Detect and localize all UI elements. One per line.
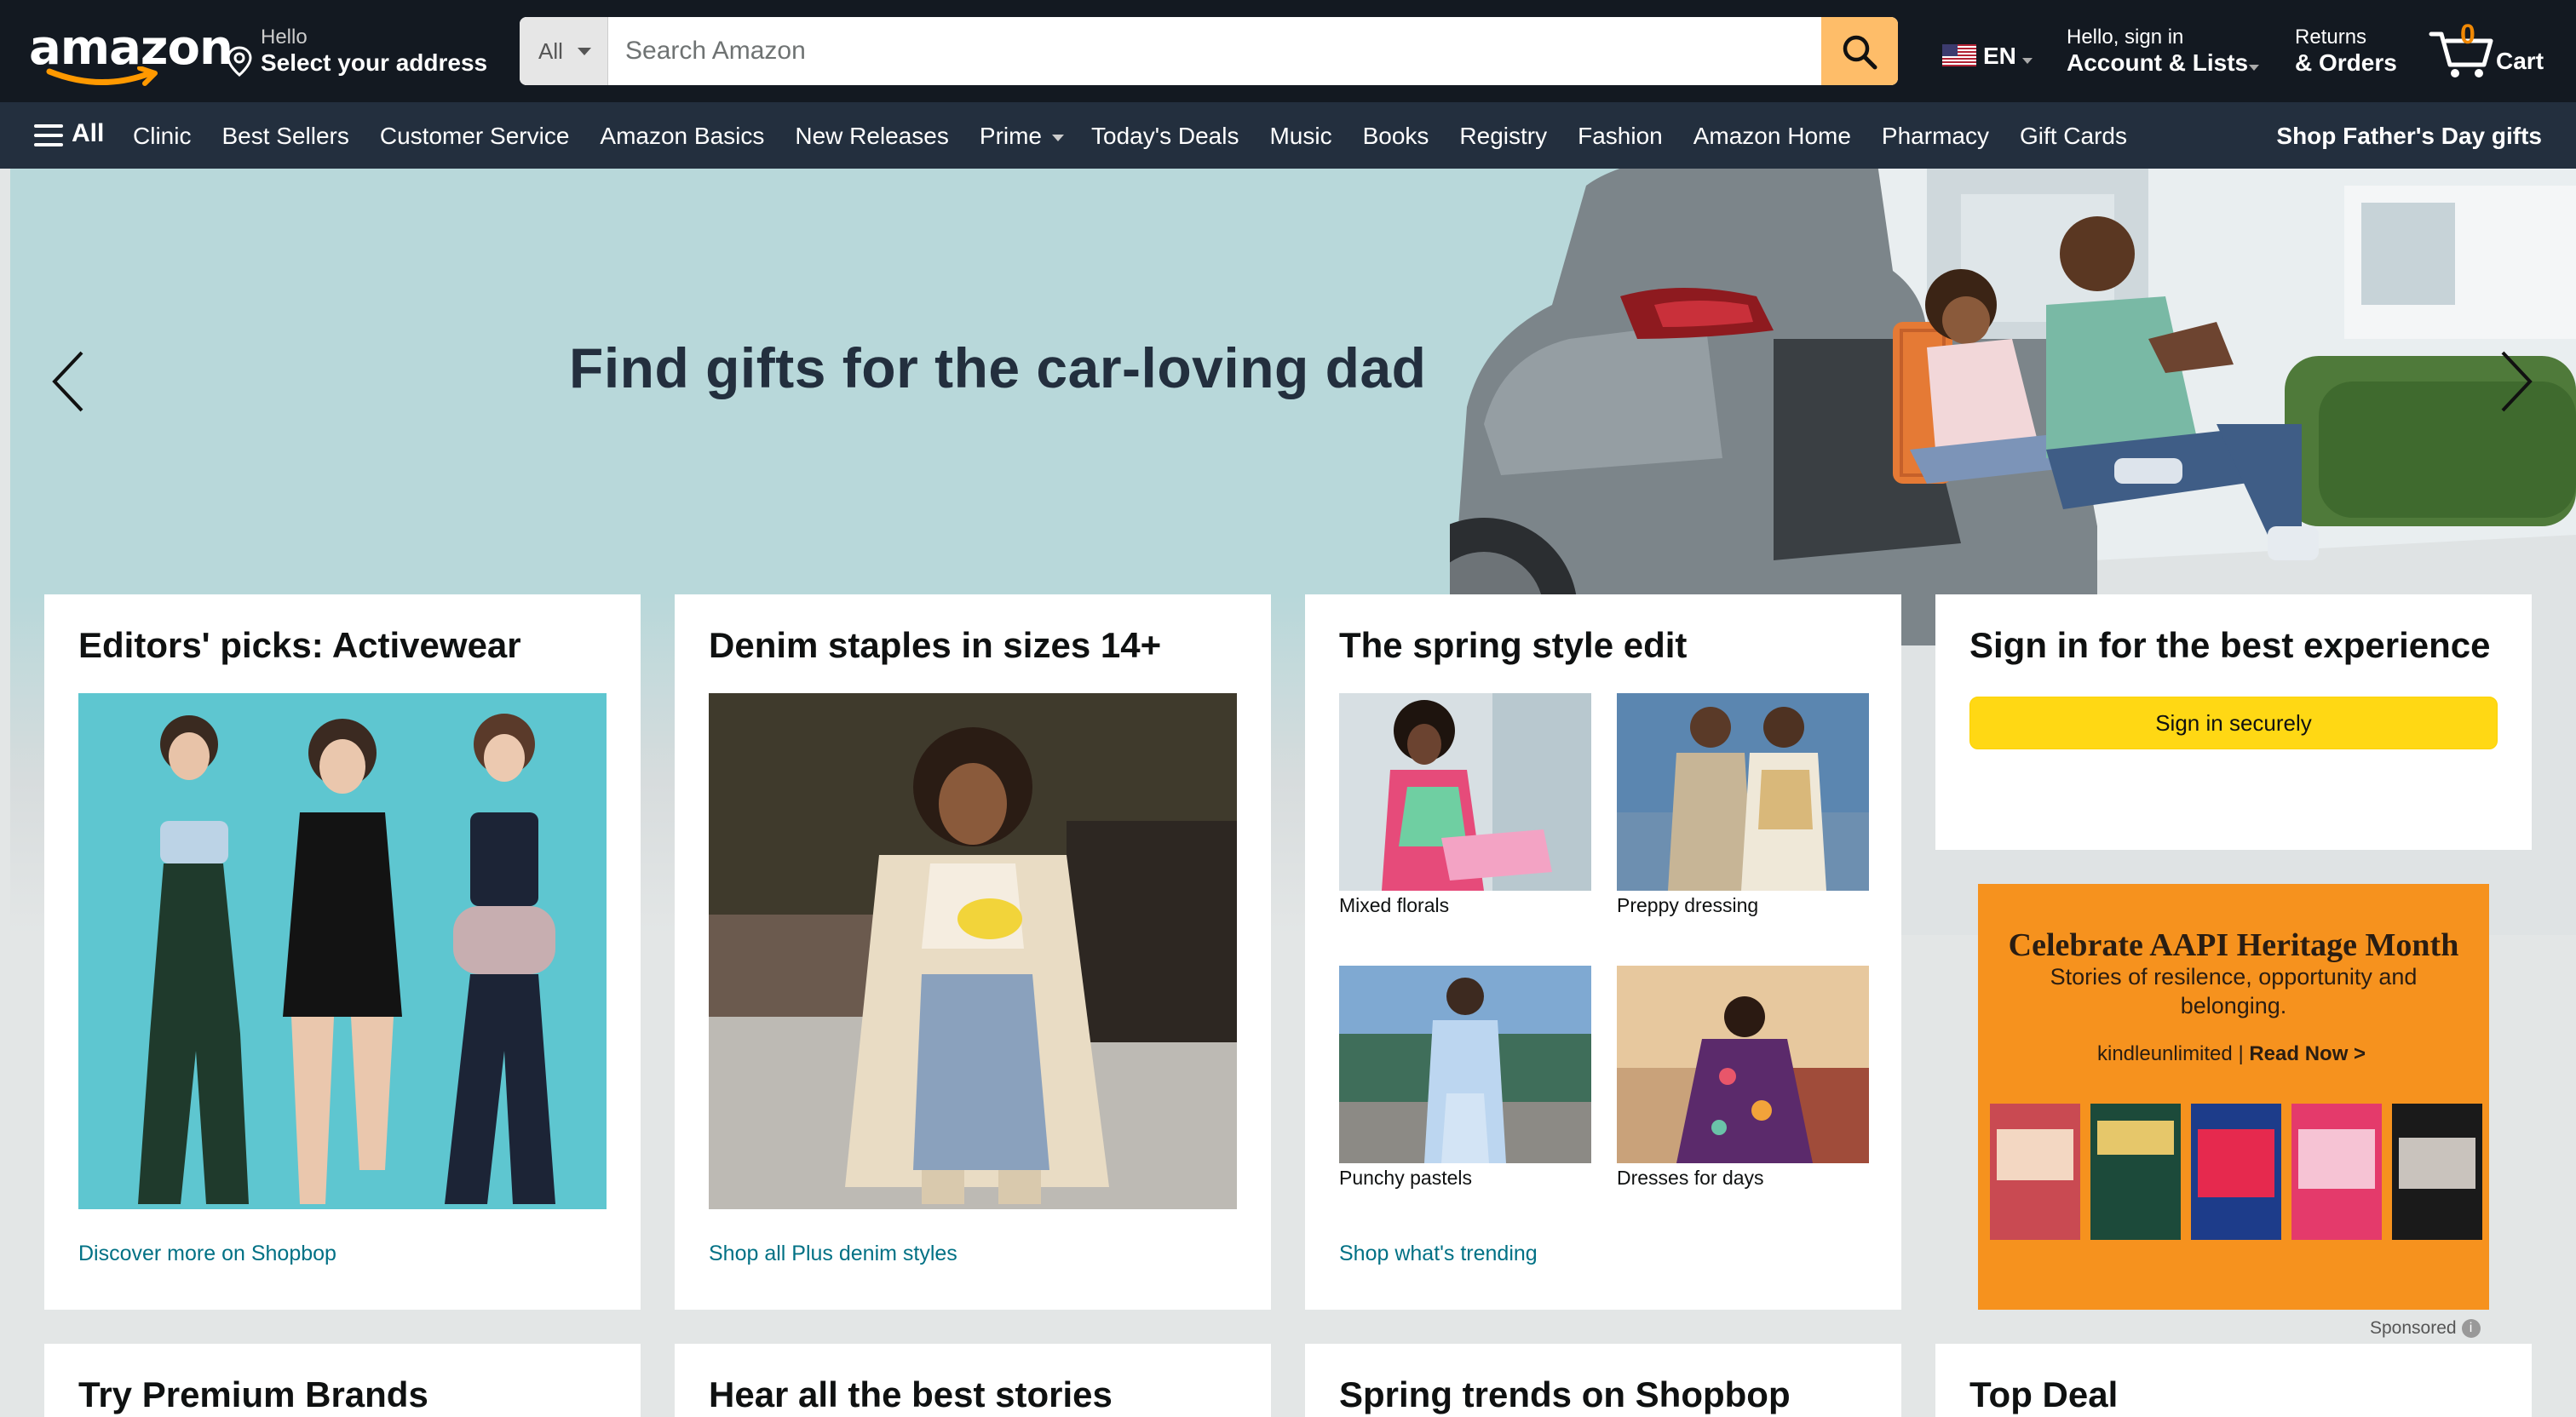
all-menu-label: All xyxy=(72,119,105,147)
activewear-models-image xyxy=(78,693,607,1209)
denim-link[interactable]: Shop all Plus denim styles xyxy=(709,1242,957,1266)
cart-count-badge: 0 xyxy=(2460,19,2475,49)
tile-label-preppy-dressing[interactable]: Preppy dressing xyxy=(1617,894,1758,917)
nav-link-music[interactable]: Music xyxy=(1254,119,1347,153)
search-bar: All xyxy=(520,17,1898,85)
location-pin-icon xyxy=(227,46,252,77)
card-activewear: Editors' picks: Activewear Discover more… xyxy=(44,594,641,1310)
nav-link-customer-service[interactable]: Customer Service xyxy=(365,119,585,153)
nav-link-amazon-basics[interactable]: Amazon Basics xyxy=(584,119,779,153)
sponsored-ad-kindle[interactable]: Celebrate AAPI Heritage Month Stories of… xyxy=(1978,884,2489,1310)
location-select-address: Select your address xyxy=(261,49,488,76)
activewear-image[interactable] xyxy=(78,693,607,1209)
cart-label: Cart xyxy=(2496,48,2544,74)
chevron-left-icon xyxy=(52,351,83,412)
nav-link-prime[interactable]: Prime xyxy=(964,119,1076,153)
book-covers-image xyxy=(1990,1104,2482,1240)
spring-style-link[interactable]: Shop what's trending xyxy=(1339,1242,1538,1266)
card-denim: Denim staples in sizes 14+ Shop all Plus… xyxy=(675,594,1271,1310)
kindle-unlimited-brand: kindleunlimited xyxy=(2097,1042,2233,1065)
chevron-right-icon xyxy=(2501,351,2533,412)
card-premium-brands: Try Premium Brands xyxy=(44,1344,641,1417)
nav-link-registry[interactable]: Registry xyxy=(1444,119,1562,153)
card-title: Try Premium Brands xyxy=(78,1374,428,1414)
sponsored-label: Sponsored i xyxy=(2370,1318,2481,1339)
sponsored-text: Sponsored xyxy=(2370,1318,2457,1338)
chevron-down-icon xyxy=(2022,58,2033,64)
card-top-deal: Top Deal xyxy=(1935,1344,2532,1417)
chevron-down-icon xyxy=(578,48,591,55)
denim-image[interactable] xyxy=(709,693,1237,1209)
top-nav-bar: amazon Hello Select your address All EN xyxy=(0,0,2576,102)
nav-link-books[interactable]: Books xyxy=(1348,119,1445,153)
card-title: Editors' picks: Activewear xyxy=(78,625,521,665)
smile-arrow-icon xyxy=(46,66,158,86)
search-icon xyxy=(1843,35,1877,70)
card-sign-in: Sign in for the best experience Sign in … xyxy=(1935,594,2532,850)
nav-link-clinic[interactable]: Clinic xyxy=(118,119,206,153)
ad-brand-line: kindleunlimited | Read Now > xyxy=(2097,1042,2366,1065)
search-input[interactable] xyxy=(608,17,1821,85)
card-title: Denim staples in sizes 14+ xyxy=(709,625,1162,665)
card-title: Hear all the best stories xyxy=(709,1374,1113,1414)
us-flag-icon xyxy=(1942,44,1976,66)
nav-links: Clinic Best Sellers Customer Service Ama… xyxy=(118,119,2142,153)
tile-punchy-pastels-image[interactable] xyxy=(1339,966,1591,1163)
returns-and-orders[interactable]: Returns & Orders xyxy=(2295,24,2414,82)
card-title: Spring trends on Shopbop xyxy=(1339,1374,1791,1414)
sign-in-securely-button[interactable]: Sign in securely xyxy=(1969,697,2498,749)
secondary-nav-bar: All Clinic Best Sellers Customer Service… xyxy=(0,102,2576,169)
hero-headline: Find gifts for the car-loving dad xyxy=(569,336,1427,399)
nav-link-new-releases[interactable]: New Releases xyxy=(779,119,964,153)
card-best-stories: Hear all the best stories xyxy=(675,1344,1271,1417)
card-title: Sign in for the best experience xyxy=(1969,625,2491,665)
nav-link-gift-cards[interactable]: Gift Cards xyxy=(2004,119,2142,153)
card-title: Top Deal xyxy=(1969,1374,2119,1414)
nav-link-amazon-home[interactable]: Amazon Home xyxy=(1678,119,1866,153)
location-greeting: Hello xyxy=(261,26,308,49)
nav-link-pharmacy[interactable]: Pharmacy xyxy=(1866,119,2004,153)
ad-subtitle: Stories of resilence, opportunity and be… xyxy=(2050,964,2418,1018)
tile-label-mixed-florals[interactable]: Mixed florals xyxy=(1339,894,1449,917)
carousel-prev-button[interactable] xyxy=(44,339,95,424)
fathers-day-promo-link[interactable]: Shop Father's Day gifts xyxy=(2276,119,2542,153)
deliver-to-location[interactable]: Hello Select your address xyxy=(227,24,491,82)
language-code: EN xyxy=(1983,43,2016,69)
denim-model-image xyxy=(709,693,1237,1209)
tile-label-dresses-for-days[interactable]: Dresses for days xyxy=(1617,1167,1764,1190)
tile-mixed-florals-image[interactable] xyxy=(1339,693,1591,891)
account-and-lists[interactable]: Hello, sign in Account & Lists xyxy=(2067,24,2263,82)
ad-read-now-link[interactable]: Read Now > xyxy=(2249,1042,2366,1065)
cart-button[interactable]: 0 Cart xyxy=(2428,19,2557,85)
chevron-down-icon xyxy=(2249,65,2259,71)
amazon-logo[interactable]: amazon xyxy=(24,17,233,86)
card-title: The spring style edit xyxy=(1339,625,1688,665)
hamburger-menu-icon xyxy=(34,123,65,148)
activewear-link[interactable]: Discover more on Shopbop xyxy=(78,1242,336,1266)
nav-link-todays-deals[interactable]: Today's Deals xyxy=(1076,119,1254,153)
search-category-label: All xyxy=(538,38,563,64)
account-greeting: Hello, sign in xyxy=(2067,26,2184,49)
card-spring-style: The spring style edit Mixed florals Prep… xyxy=(1305,594,1901,1310)
carousel-next-button[interactable] xyxy=(2489,339,2540,424)
card-spring-trends: Spring trends on Shopbop xyxy=(1305,1344,1901,1417)
tile-dresses-for-days-image[interactable] xyxy=(1617,966,1869,1163)
nav-link-fashion[interactable]: Fashion xyxy=(1562,119,1678,153)
returns-label: Returns xyxy=(2295,26,2367,49)
account-lists-label: Account & Lists xyxy=(2067,49,2249,76)
tile-label-punchy-pastels[interactable]: Punchy pastels xyxy=(1339,1167,1472,1190)
search-category-dropdown[interactable]: All xyxy=(520,17,608,85)
nav-link-best-sellers[interactable]: Best Sellers xyxy=(206,119,364,153)
info-icon[interactable]: i xyxy=(2461,1319,2481,1339)
tile-preppy-dressing-image[interactable] xyxy=(1617,693,1869,891)
ad-title: Celebrate AAPI Heritage Month xyxy=(2008,927,2459,963)
search-button[interactable] xyxy=(1821,17,1898,85)
orders-label: & Orders xyxy=(2295,49,2397,76)
